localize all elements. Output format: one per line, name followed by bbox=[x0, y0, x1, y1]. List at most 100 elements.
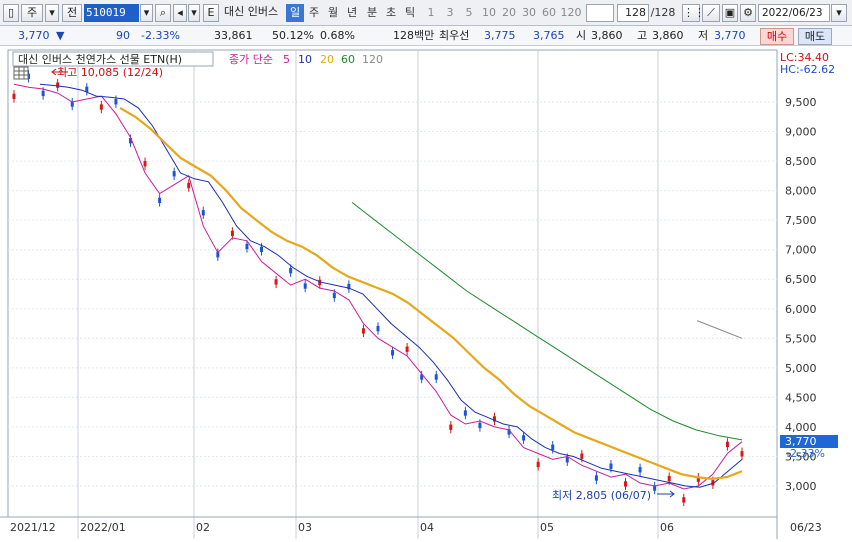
interval-5[interactable]: 5 bbox=[460, 4, 478, 22]
candle-body bbox=[667, 475, 671, 482]
x-tick-label: 04 bbox=[420, 521, 434, 534]
chart-background bbox=[0, 46, 852, 539]
window-icon[interactable]: ▯ bbox=[3, 4, 19, 22]
volume-ratio: 50.12% bbox=[272, 29, 314, 42]
volume: 33,861 bbox=[214, 29, 253, 42]
ma-label: 종가 단순 bbox=[229, 53, 273, 66]
candle-body bbox=[565, 457, 569, 463]
y-tick-label: 3,000 bbox=[785, 480, 817, 493]
type-select[interactable]: 주 bbox=[21, 4, 43, 22]
save-icon[interactable]: ▣ bbox=[722, 4, 738, 22]
date-dropdown-icon[interactable]: ▾ bbox=[831, 4, 847, 22]
candle-body bbox=[99, 104, 103, 110]
x-tick-label: 06 bbox=[660, 521, 674, 534]
interval-3[interactable]: 3 bbox=[441, 4, 459, 22]
interval-30[interactable]: 30 bbox=[519, 4, 539, 22]
high-annotation: 최고 10,085 (12/24) bbox=[57, 66, 163, 79]
y-tick-label: 7,500 bbox=[785, 214, 817, 227]
stock-code-input[interactable]: 510019 bbox=[84, 4, 139, 22]
count-input[interactable]: 128 bbox=[617, 4, 649, 22]
candle-body bbox=[434, 374, 438, 380]
x-tick-label: 05 bbox=[540, 521, 554, 534]
table-toggle-icon[interactable] bbox=[13, 66, 29, 80]
open-price: 3,860 bbox=[591, 29, 623, 42]
low-annotation: 최저 2,805 (06/07) bbox=[552, 489, 651, 502]
interval-120[interactable]: 120 bbox=[559, 4, 583, 22]
candle-body bbox=[405, 346, 409, 352]
toolbar: ▯ 주 ▾ 전 510019 ▾ ⌕ ◂ ▾ E 대신 인버스 일 주 월 년 … bbox=[0, 0, 852, 26]
ma-5-label: 5 bbox=[283, 53, 290, 66]
candle-body bbox=[463, 410, 467, 416]
priority-label: 최우선 bbox=[439, 29, 470, 42]
candle-body bbox=[332, 292, 336, 299]
speaker-dropdown-icon[interactable]: ▾ bbox=[188, 4, 200, 22]
candle-body bbox=[740, 451, 744, 457]
chart-area[interactable]: 9,500 9,000 8,500 8,000 7,500 7,000 6,500 6,000… bbox=[0, 46, 852, 539]
price-chart[interactable]: 9,500 9,000 8,500 8,000 7,500 7,000 6,500 6,000… bbox=[0, 46, 852, 539]
y-tick-label: 9,000 bbox=[785, 126, 817, 139]
count-total: /128 bbox=[650, 6, 676, 19]
candle-body bbox=[682, 497, 686, 503]
y-tick-label: 5,000 bbox=[785, 362, 817, 375]
candle-body bbox=[201, 210, 205, 216]
interval-10[interactable]: 10 bbox=[479, 4, 499, 22]
grid-icon[interactable]: ⋮⋮ bbox=[682, 4, 705, 22]
turnover-ratio: 0.68% bbox=[320, 29, 355, 42]
tab-period-0[interactable]: 일 bbox=[286, 4, 304, 22]
candle-body bbox=[376, 325, 380, 332]
type-label: 주 bbox=[26, 6, 38, 19]
candle-body bbox=[580, 453, 584, 459]
interval-60[interactable]: 60 bbox=[539, 4, 559, 22]
candle-body bbox=[449, 424, 453, 430]
tab-period-1[interactable]: 주 bbox=[305, 4, 323, 22]
low-label: 저 bbox=[698, 29, 709, 42]
candle-body bbox=[274, 279, 278, 285]
y-tick-label: 4,000 bbox=[785, 421, 817, 434]
price-tag-change: -2.33% bbox=[786, 447, 825, 460]
low-price: 3,770 bbox=[714, 29, 746, 42]
speaker-icon[interactable]: ◂ bbox=[173, 4, 187, 22]
x-tick-label: 02 bbox=[196, 521, 210, 534]
sell-button[interactable]: 매도 bbox=[798, 28, 832, 45]
candle-body bbox=[158, 197, 162, 204]
tab-period-4[interactable]: 분 bbox=[363, 4, 381, 22]
date-input[interactable]: 2022/06/23 bbox=[758, 4, 830, 22]
ma-60-label: 60 bbox=[341, 53, 355, 66]
amount-label: 128백만 bbox=[393, 29, 435, 42]
candle-body bbox=[85, 86, 89, 92]
prefix-label: 전 bbox=[66, 6, 78, 19]
high-label: 고 bbox=[637, 29, 648, 42]
code-dropdown-icon[interactable]: ▾ bbox=[140, 4, 153, 22]
candle-body bbox=[41, 90, 45, 97]
gear-icon[interactable]: ⚙ bbox=[740, 4, 756, 22]
interval-20[interactable]: 20 bbox=[499, 4, 519, 22]
candle-body bbox=[230, 230, 234, 237]
interval-input[interactable] bbox=[586, 4, 614, 22]
tab-period-3[interactable]: 년 bbox=[343, 4, 361, 22]
prefix-button[interactable]: 전 bbox=[62, 4, 82, 22]
candle-body bbox=[624, 481, 628, 487]
candle-body bbox=[391, 350, 395, 356]
current-price: 3,770 bbox=[18, 29, 50, 42]
tab-period-5[interactable]: 초 bbox=[382, 4, 400, 22]
ask-price: 3,775 bbox=[484, 29, 516, 42]
candle-body bbox=[536, 461, 540, 468]
ma-120-label: 120 bbox=[362, 53, 383, 66]
candle-body bbox=[187, 182, 191, 189]
status-bar: 3,770 ▼ 90 -2.33% 33,861 50.12% 0.68% 12… bbox=[0, 26, 852, 46]
interval-1[interactable]: 1 bbox=[422, 4, 440, 22]
y-tick-label: 9,500 bbox=[785, 96, 817, 109]
buy-button[interactable]: 매수 bbox=[760, 28, 794, 45]
tab-period-6[interactable]: 틱 bbox=[401, 4, 419, 22]
tab-period-2[interactable]: 월 bbox=[324, 4, 342, 22]
x-tick-label: 03 bbox=[298, 521, 312, 534]
search-icon[interactable]: ⌕ bbox=[155, 4, 171, 22]
change-value: 90 bbox=[116, 29, 130, 42]
candle-body bbox=[725, 441, 729, 448]
open-label: 시 bbox=[576, 29, 587, 42]
high-price: 3,860 bbox=[652, 29, 684, 42]
e-button[interactable]: E bbox=[203, 4, 219, 22]
chart-tool-icon[interactable]: ⟋ bbox=[702, 4, 720, 22]
dropdown-arrow-icon[interactable]: ▾ bbox=[45, 4, 59, 22]
candle-body bbox=[12, 93, 16, 100]
